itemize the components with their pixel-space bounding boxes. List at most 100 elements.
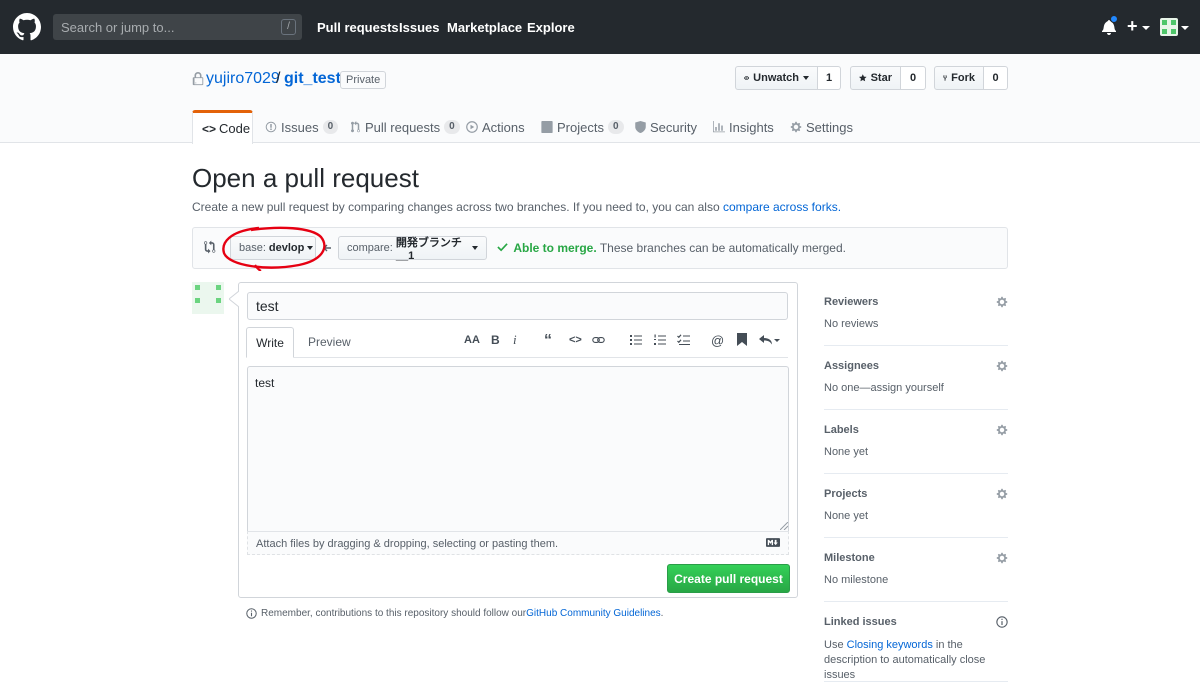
reviewers-value: No reviews (824, 318, 879, 330)
reply-icon[interactable] (758, 334, 780, 346)
github-logo-icon[interactable] (13, 13, 41, 41)
create-new-icon[interactable]: + (1127, 16, 1138, 36)
star-icon (859, 74, 867, 82)
tab-settings[interactable]: Settings (790, 110, 853, 144)
linked-issues-heading: Linked issues (824, 616, 897, 628)
compare-arrows-icon (204, 240, 216, 254)
unwatch-label: Unwatch (753, 72, 799, 84)
search-input[interactable] (53, 14, 302, 40)
markdown-icon[interactable] (766, 538, 780, 547)
pr-title-input[interactable] (247, 292, 788, 320)
pull-requests-counter: 0 (444, 120, 460, 134)
pr-body-textarea[interactable]: test (247, 366, 789, 531)
task-list-icon[interactable] (677, 334, 690, 346)
attach-files-bar[interactable]: Attach files by dragging & dropping, sel… (247, 531, 789, 555)
repo-owner-link[interactable]: yujiro7029 (206, 70, 280, 88)
avatar-caret-icon (1181, 26, 1189, 30)
tab-pull-requests[interactable]: Pull requests 0 (350, 110, 460, 144)
milestone-heading[interactable]: Milestone (824, 552, 875, 564)
nav-marketplace[interactable]: Marketplace (447, 20, 522, 35)
sidebar-milestone: Milestone No milestone (824, 552, 1008, 602)
nav-issues[interactable]: Issues (399, 20, 439, 35)
tab-issues[interactable]: Issues 0 (265, 110, 339, 144)
labels-heading[interactable]: Labels (824, 424, 859, 436)
code-icon: <> (202, 121, 217, 136)
projects-value: None yet (824, 510, 869, 522)
fork-button[interactable]: Fork (934, 66, 984, 90)
star-button[interactable]: Star (850, 66, 901, 90)
fork-label: Fork (951, 72, 975, 84)
nav-explore[interactable]: Explore (527, 20, 575, 35)
fork-count[interactable]: 0 (984, 66, 1008, 90)
tab-pull-requests-label: Pull requests (365, 119, 441, 135)
projects-heading[interactable]: Projects (824, 488, 867, 500)
global-header: / Pull requests Issues Marketplace Explo… (0, 0, 1200, 54)
projects-gear-icon[interactable] (996, 488, 1008, 500)
linked-issues-info-icon[interactable] (996, 616, 1008, 628)
nav-pull-requests[interactable]: Pull requests (317, 20, 399, 35)
search-box: / (53, 14, 302, 40)
heading-icon[interactable]: AA (464, 333, 480, 347)
link-icon[interactable] (592, 335, 605, 345)
quote-icon[interactable]: “ (544, 332, 552, 349)
project-icon (541, 121, 553, 133)
compare-branch-value: 開発ブランチ__1 (395, 237, 462, 262)
assignees-gear-icon[interactable] (996, 360, 1008, 372)
tab-preview[interactable]: Preview (308, 335, 351, 349)
unwatch-button[interactable]: Unwatch (735, 66, 818, 90)
resize-handle-icon[interactable] (780, 522, 788, 530)
bold-icon[interactable]: B (491, 333, 500, 347)
unordered-list-icon[interactable] (630, 334, 642, 346)
linked-issues-prefix: Use (824, 639, 847, 651)
compare-branch-select[interactable]: compare: 開発ブランチ__1 (338, 236, 487, 262)
community-guidelines-link[interactable]: GitHub Community Guidelines (526, 608, 661, 619)
tab-actions[interactable]: Actions (466, 110, 525, 144)
star-count[interactable]: 0 (901, 66, 926, 90)
reviewers-gear-icon[interactable] (996, 296, 1008, 308)
tab-code[interactable]: <> Code (192, 110, 253, 144)
play-icon (466, 121, 478, 133)
tab-write[interactable]: Write (246, 327, 294, 358)
milestone-value: No milestone (824, 574, 889, 586)
create-pull-request-button[interactable]: Create pull request (667, 564, 790, 593)
sidebar-labels: Labels None yet (824, 424, 1008, 474)
code-inline-icon[interactable]: <> (569, 333, 582, 347)
tab-security[interactable]: Security (635, 110, 697, 144)
merge-status-label: Able to merge. (513, 241, 597, 255)
watch-caret-icon (803, 76, 809, 80)
closing-keywords-link[interactable]: Closing keywords (847, 639, 933, 651)
search-hotkey-badge: / (281, 19, 296, 35)
milestone-gear-icon[interactable] (996, 552, 1008, 564)
watch-count[interactable]: 1 (818, 66, 841, 90)
compare-forks-link[interactable]: compare across forks. (723, 200, 841, 214)
mention-icon[interactable]: @ (711, 333, 724, 348)
pull-request-icon (351, 121, 360, 133)
notification-dot (1110, 15, 1118, 23)
tab-settings-label: Settings (806, 119, 853, 135)
ordered-list-icon[interactable] (654, 334, 666, 346)
assignees-heading[interactable]: Assignees (824, 360, 879, 372)
tab-insights[interactable]: Insights (713, 110, 774, 144)
sidebar-linked-issues: Linked issues Use Closing keywords in th… (824, 616, 1008, 682)
italic-icon[interactable]: i (513, 332, 517, 347)
gear-icon (790, 121, 802, 133)
annotation-circle (222, 226, 326, 271)
remember-suffix: . (660, 608, 664, 619)
issue-icon (265, 121, 277, 133)
issues-counter: 0 (322, 120, 339, 134)
sidebar-projects: Projects None yet (824, 488, 1008, 538)
user-avatar[interactable] (1160, 18, 1178, 36)
labels-gear-icon[interactable] (996, 424, 1008, 436)
reviewers-heading[interactable]: Reviewers (824, 296, 878, 308)
info-icon (246, 608, 257, 619)
tab-projects[interactable]: Projects 0 (541, 110, 624, 144)
repo-path-separator: / (276, 70, 281, 87)
assignees-value[interactable]: No one—assign yourself (824, 382, 944, 394)
compare-label: compare: (347, 242, 393, 254)
bookmark-icon[interactable] (737, 333, 747, 346)
repo-name-link[interactable]: git_test (284, 70, 341, 88)
create-caret-icon (1142, 26, 1150, 30)
labels-value: None yet (824, 446, 869, 458)
tab-code-label: Code (219, 121, 251, 136)
private-badge: Private (340, 71, 387, 89)
